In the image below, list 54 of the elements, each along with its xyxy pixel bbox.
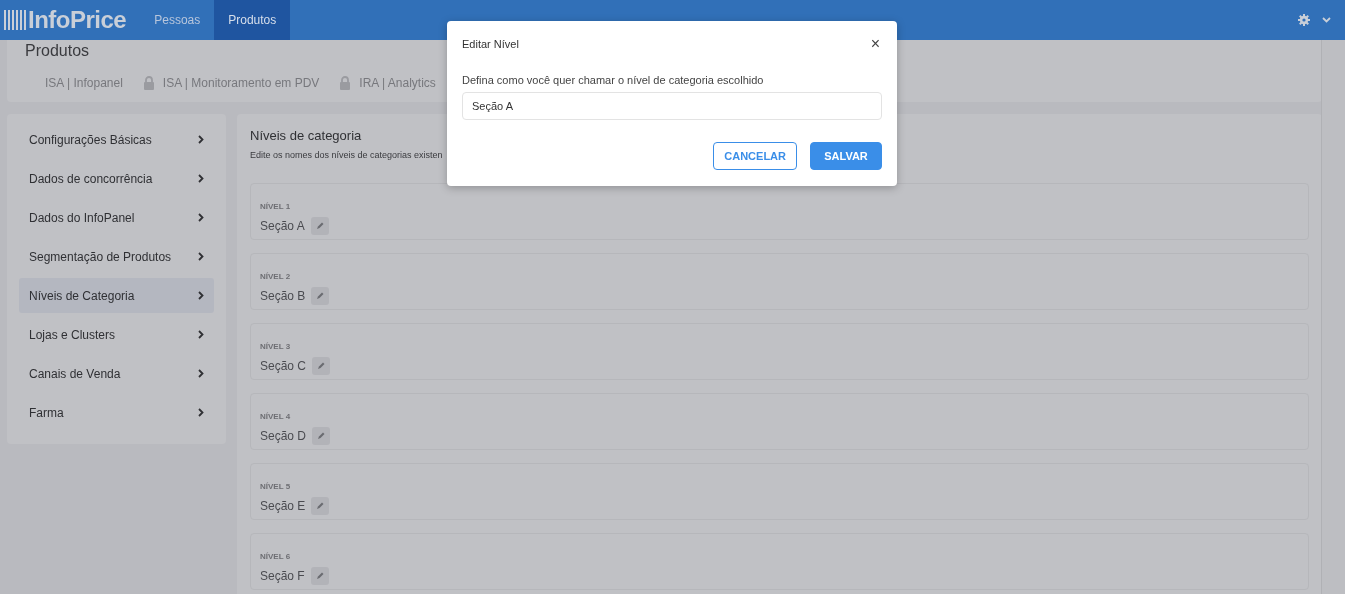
- level-label: NÍVEL 6: [260, 552, 291, 561]
- level-name: Seção C: [260, 359, 307, 373]
- settings-icon[interactable]: [1298, 14, 1310, 26]
- pencil-icon: [316, 292, 325, 300]
- level-name: Seção E: [260, 499, 306, 513]
- level-name: Seção A: [260, 219, 305, 233]
- edit-button[interactable]: [311, 287, 330, 305]
- sidebar-item[interactable]: Níveis de Categoria: [19, 278, 214, 313]
- level-label: NÍVEL 1: [260, 202, 291, 211]
- close-button[interactable]: ×: [868, 35, 882, 52]
- section-title: Níveis de categoria: [250, 128, 362, 143]
- level-label: NÍVEL 4: [260, 412, 291, 421]
- chevron-right-icon: [198, 252, 204, 261]
- sidebar-item[interactable]: Segmentação de Produtos: [19, 239, 214, 274]
- lock-icon: [142, 76, 155, 90]
- chevron-right-icon: [198, 408, 204, 417]
- nav-tab[interactable]: Produtos: [214, 0, 291, 40]
- sidebar-item[interactable]: Lojas e Clusters: [19, 317, 214, 352]
- chevron-right-icon: [198, 330, 204, 339]
- sidebar-item[interactable]: Dados do InfoPanel: [19, 200, 214, 235]
- section-subtitle: Edite os nomes dos níveis de categorias existen: [250, 150, 443, 160]
- logo: InfoPrice: [0, 6, 141, 34]
- pencil-icon: [315, 222, 324, 230]
- level-name: Seção B: [260, 289, 306, 303]
- scrollbar[interactable]: [1321, 40, 1345, 594]
- sidebar-item[interactable]: Configurações Básicas: [19, 122, 214, 157]
- chevron-right-icon: [198, 213, 204, 222]
- pencil-icon: [315, 572, 324, 580]
- level-name: Seção F: [260, 569, 305, 583]
- dialog-title: Editar Nível: [462, 37, 519, 50]
- level-label: NÍVEL 2: [260, 272, 291, 281]
- pencil-icon: [317, 362, 326, 370]
- level-name: Seção D: [260, 429, 307, 443]
- pencil-icon: [316, 502, 325, 510]
- input-field[interactable]: Seção A: [462, 92, 882, 120]
- sidebar-item[interactable]: Canais de Venda: [19, 356, 214, 391]
- level-label: NÍVEL 3: [260, 342, 291, 351]
- pencil-icon: [317, 432, 326, 440]
- chevron-down-icon[interactable]: [1322, 17, 1331, 23]
- level-label: NÍVEL 5: [260, 482, 291, 491]
- edit-button[interactable]: [310, 217, 329, 235]
- chevron-right-icon: [198, 291, 204, 300]
- edit-button[interactable]: [310, 567, 329, 585]
- chevron-right-icon: [198, 135, 204, 144]
- edit-button[interactable]: [312, 427, 331, 445]
- chevron-right-icon: [198, 174, 204, 183]
- sidebar-item[interactable]: Farma: [19, 395, 214, 430]
- edit-button[interactable]: [311, 497, 330, 515]
- sidebar-item[interactable]: Dados de concorrência: [19, 161, 214, 196]
- edit-button[interactable]: [312, 357, 331, 375]
- lock-icon: [339, 76, 352, 90]
- page-title: Produtos: [25, 42, 90, 60]
- field-label: Defina como você quer chamar o nível de categoria escolhido: [462, 74, 764, 86]
- chevron-right-icon: [198, 369, 204, 378]
